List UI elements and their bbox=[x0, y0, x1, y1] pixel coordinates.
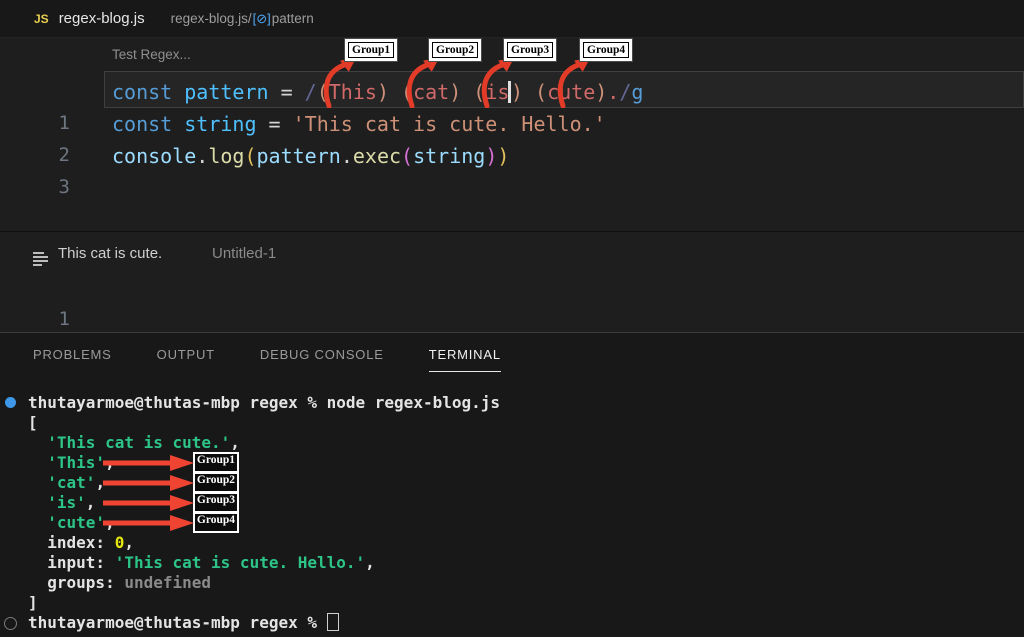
curved-arrow-icon bbox=[480, 60, 518, 108]
group2-label: Group2 bbox=[432, 42, 478, 58]
group1-label: Group1 bbox=[348, 42, 394, 58]
tab-regex-blog[interactable]: regex-blog.js bbox=[59, 10, 145, 27]
curved-arrow-icon bbox=[556, 60, 594, 108]
terminal-cursor bbox=[327, 613, 339, 631]
terminal-line: input: 'This cat is cute. Hello.', bbox=[0, 553, 1024, 573]
code-line-3[interactable]: 3 console.log(pattern.exec(string)) bbox=[0, 141, 1024, 172]
breadcrumb-file[interactable]: regex-blog.js bbox=[171, 11, 248, 26]
symbol-variable-icon: [⊘] bbox=[253, 11, 271, 27]
untitled-line-1[interactable]: 1 This cat is cute. bbox=[0, 276, 1024, 305]
editor-untitled-1[interactable]: This cat is cute. Untitled-1 1 This cat … bbox=[0, 232, 1024, 332]
straight-arrow-icon bbox=[100, 495, 196, 511]
straight-arrow-icon bbox=[100, 455, 196, 471]
group4-label: Group4 bbox=[583, 42, 629, 58]
group3-label: Group3 bbox=[507, 42, 553, 58]
vscode-window: JS regex-blog.js regex-blog.js/[⊘]patter… bbox=[0, 0, 1024, 637]
breadcrumb-separator: / bbox=[248, 11, 252, 26]
terminal-group1-label: Group1 bbox=[193, 452, 239, 473]
curved-arrow-icon bbox=[405, 60, 443, 108]
terminal-line: groups: undefined bbox=[0, 573, 1024, 593]
tab-problems[interactable]: PROBLEMS bbox=[33, 335, 112, 371]
terminal-line: index: 0, bbox=[0, 533, 1024, 553]
curved-arrow-icon bbox=[322, 60, 360, 108]
terminal-group2-label: Group2 bbox=[193, 472, 239, 493]
breadcrumb[interactable]: regex-blog.js/[⊘]pattern bbox=[171, 11, 314, 27]
breadcrumb-symbol[interactable]: pattern bbox=[272, 11, 314, 26]
codelens-test-regex[interactable]: Test Regex... bbox=[112, 47, 191, 62]
terminal-line: ] bbox=[0, 593, 1024, 613]
text-file-icon bbox=[33, 252, 49, 268]
tab-bar: JS regex-blog.js regex-blog.js/[⊘]patter… bbox=[0, 0, 1024, 38]
js-file-icon: JS bbox=[34, 12, 49, 26]
untitled-tab-description: Untitled-1 bbox=[212, 245, 276, 262]
tab-debug-console[interactable]: DEBUG CONSOLE bbox=[260, 335, 384, 371]
terminal-group4-label: Group4 bbox=[193, 512, 239, 533]
untitled-tab-title[interactable]: This cat is cute. bbox=[58, 245, 162, 262]
line-number: 3 bbox=[0, 172, 70, 203]
terminal-line: [ bbox=[0, 413, 1024, 433]
terminal-line: thutayarmoe@thutas-mbp regex % node rege… bbox=[0, 393, 1024, 413]
terminal-line: 'This cat is cute.', bbox=[0, 433, 1024, 453]
bottom-panel: PROBLEMS OUTPUT DEBUG CONSOLE TERMINAL t… bbox=[0, 332, 1024, 637]
tab-terminal[interactable]: TERMINAL bbox=[429, 335, 501, 372]
terminal-group3-label: Group3 bbox=[193, 492, 239, 513]
tab-output[interactable]: OUTPUT bbox=[157, 335, 215, 371]
straight-arrow-icon bbox=[100, 475, 196, 491]
panel-tabs: PROBLEMS OUTPUT DEBUG CONSOLE TERMINAL bbox=[33, 333, 501, 373]
terminal-prompt-line: thutayarmoe@thutas-mbp regex % bbox=[0, 613, 1024, 633]
terminal-output[interactable]: thutayarmoe@thutas-mbp regex % node rege… bbox=[0, 393, 1024, 633]
code-line-2[interactable]: 2 const string = 'This cat is cute. Hell… bbox=[0, 109, 1024, 140]
untitled-editor-header[interactable]: This cat is cute. Untitled-1 bbox=[0, 238, 1024, 266]
straight-arrow-icon bbox=[100, 515, 196, 531]
